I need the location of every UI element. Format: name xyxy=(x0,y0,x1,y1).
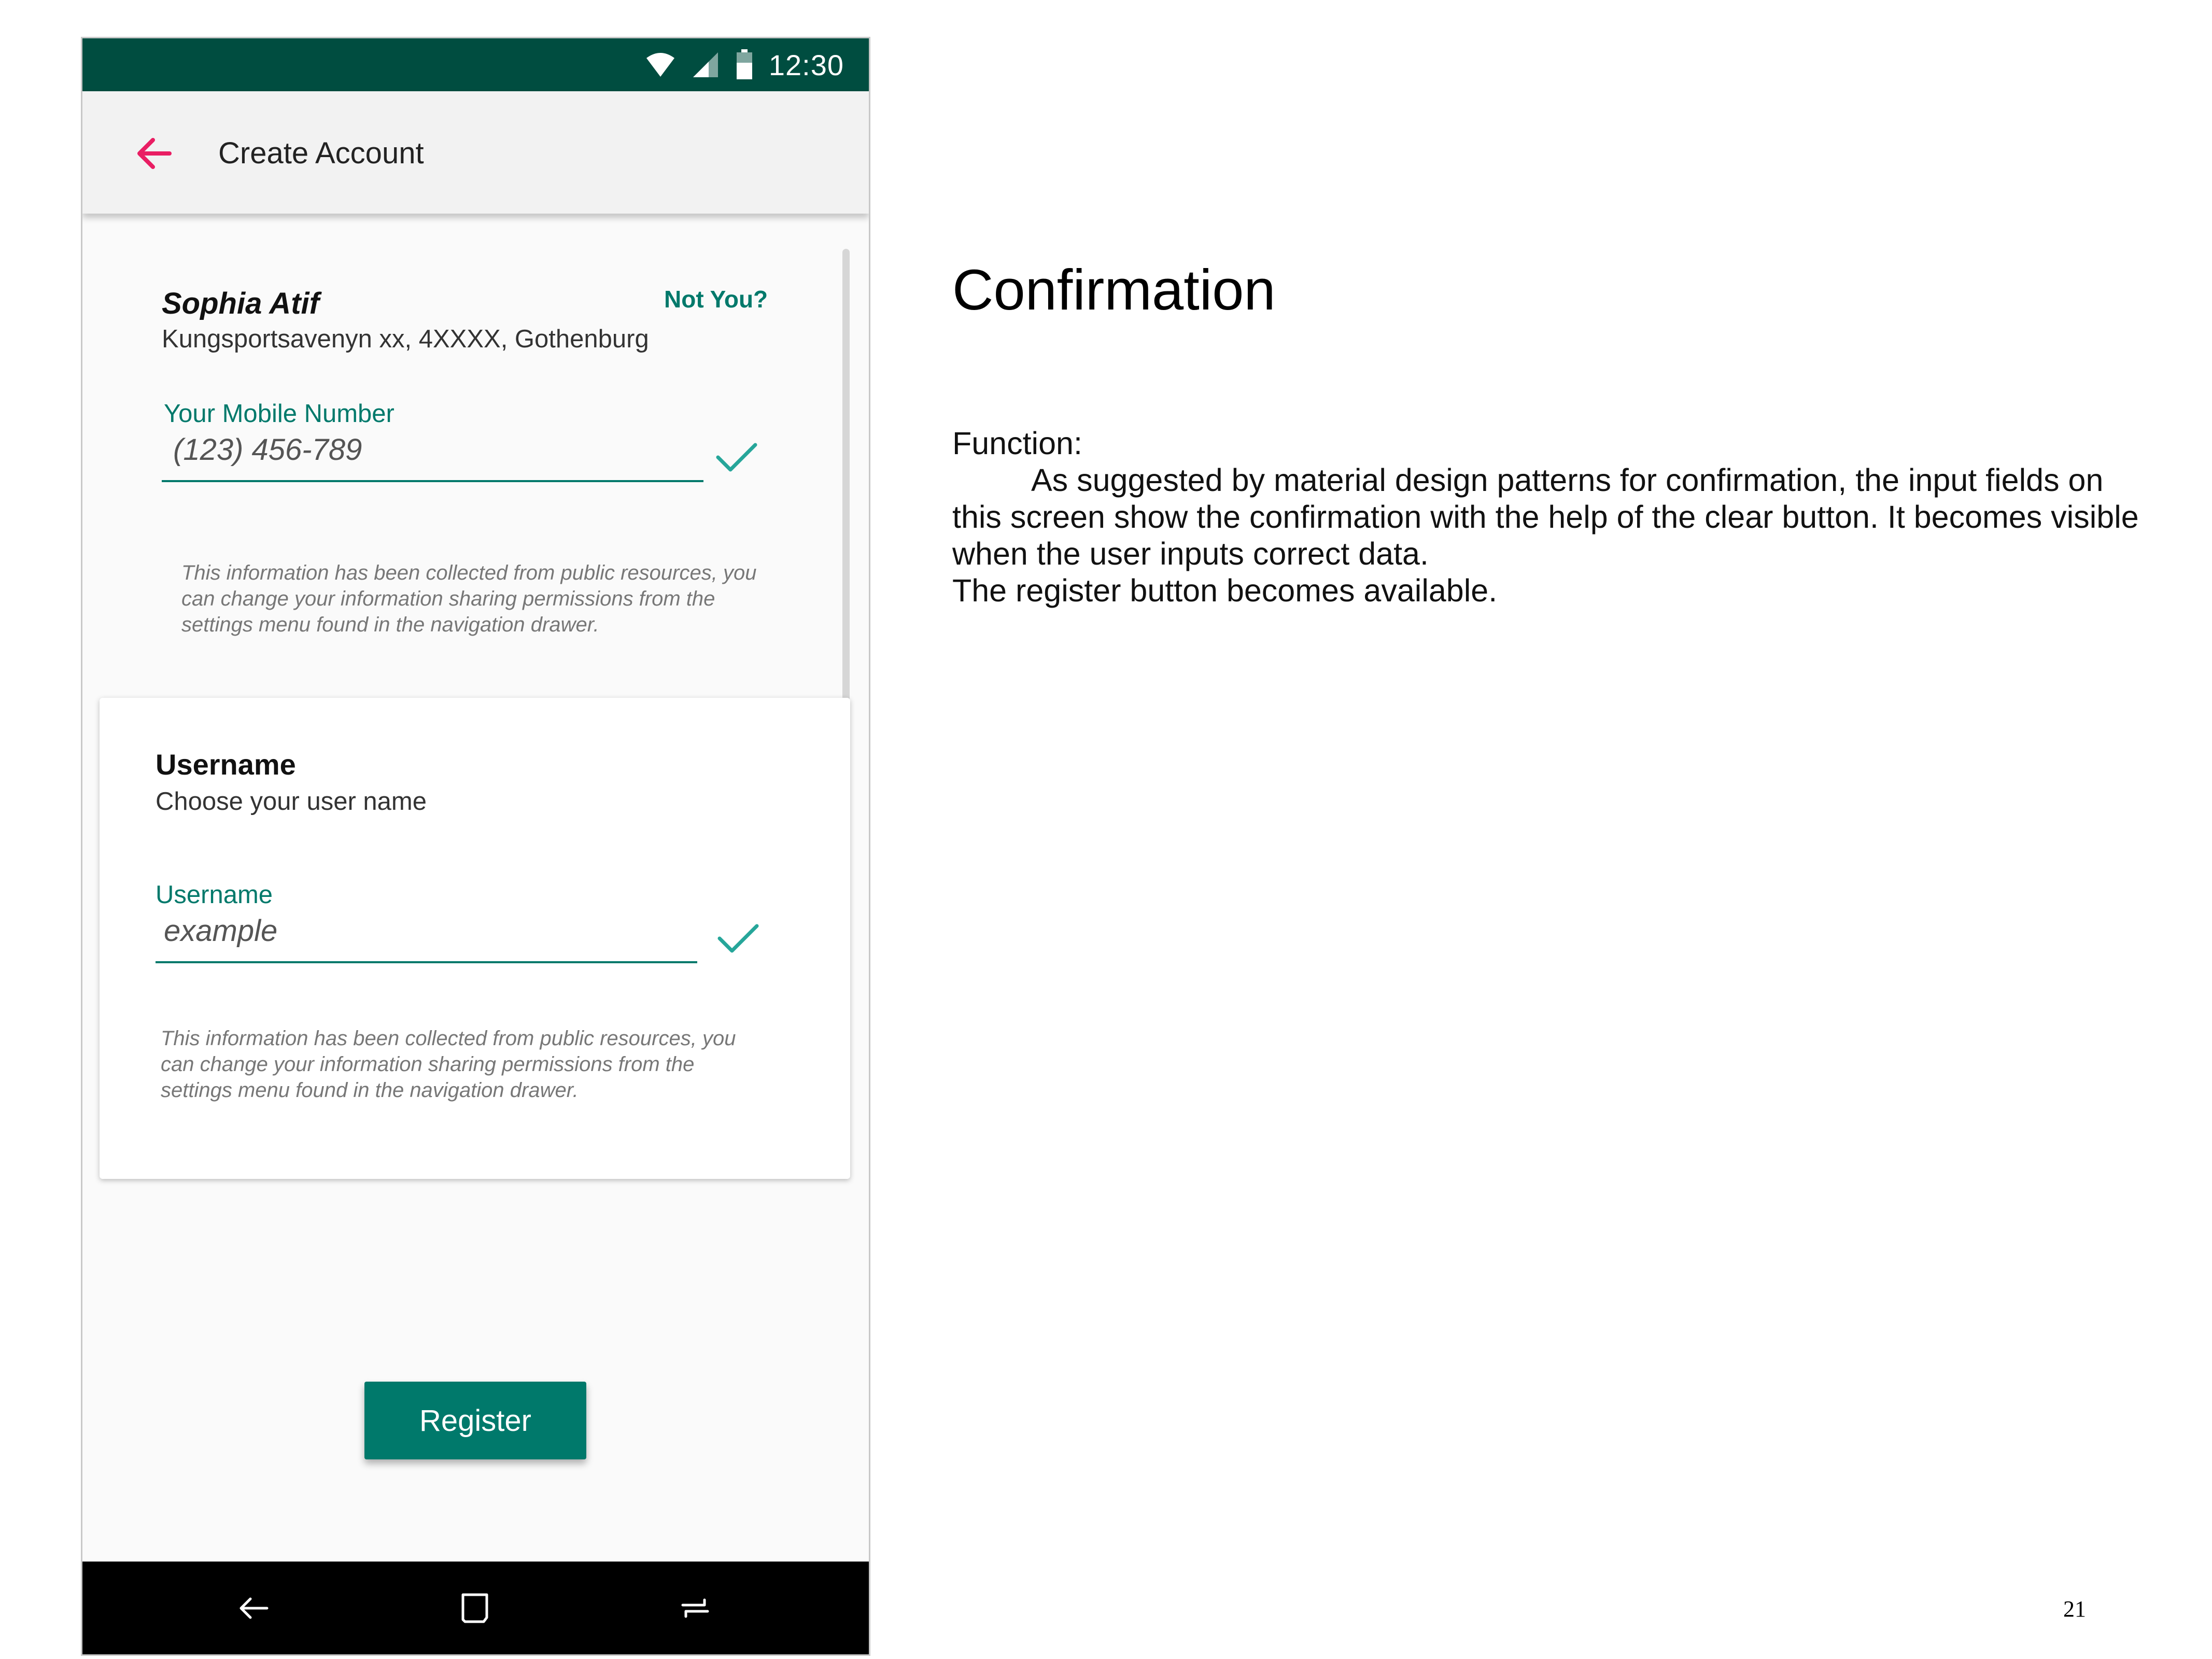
profile-address: Kungsportsavenyn xx, 4XXXX, Gothenburg xyxy=(162,325,649,353)
username-input[interactable] xyxy=(164,913,579,948)
status-icons: 12:30 xyxy=(645,38,844,91)
register-button[interactable]: Register xyxy=(364,1382,586,1459)
arrow-back-icon[interactable] xyxy=(129,129,179,178)
not-you-link[interactable]: Not You? xyxy=(664,285,768,313)
mobile-number-underline xyxy=(162,480,703,482)
check-icon[interactable] xyxy=(714,433,759,479)
nav-back-icon[interactable] xyxy=(231,1585,276,1631)
signal-icon xyxy=(693,52,718,77)
username-card: Username Choose your user name Username … xyxy=(100,698,850,1179)
function-description: As suggested by material design patterns… xyxy=(952,462,2139,571)
function-label: Function: xyxy=(952,426,1082,461)
profile-name: Sophia Atif xyxy=(162,287,319,320)
status-bar: 12:30 xyxy=(82,38,869,91)
username-hint: This information has been collected from… xyxy=(161,1027,736,1102)
mobile-number-label: Your Mobile Number xyxy=(164,400,395,428)
navigation-bar xyxy=(82,1562,869,1654)
status-time: 12:30 xyxy=(768,48,844,81)
app-title: Create Account xyxy=(218,136,424,170)
wifi-icon xyxy=(646,53,674,77)
username-subheading: Choose your user name xyxy=(156,788,427,816)
mobile-number-hint: This information has been collected from… xyxy=(181,561,757,636)
mobile-number-input[interactable] xyxy=(173,432,588,467)
document-body: Function: As suggested by material desig… xyxy=(952,425,2160,609)
username-label: Username xyxy=(156,881,273,909)
document-title: Confirmation xyxy=(952,258,1276,322)
app-bar: Create Account xyxy=(82,91,869,214)
nav-home-icon[interactable] xyxy=(453,1585,498,1631)
check-icon[interactable] xyxy=(715,915,761,960)
battery-icon xyxy=(736,49,752,79)
phone-mockup: 12:30 Create Account Sophia Atif Not You… xyxy=(81,37,870,1656)
username-heading: Username xyxy=(156,748,296,781)
username-underline xyxy=(156,961,697,963)
nav-recents-icon[interactable] xyxy=(672,1585,718,1631)
page-number: 21 xyxy=(2063,1596,2086,1622)
function-description-note: The register button becomes available. xyxy=(952,573,1498,608)
